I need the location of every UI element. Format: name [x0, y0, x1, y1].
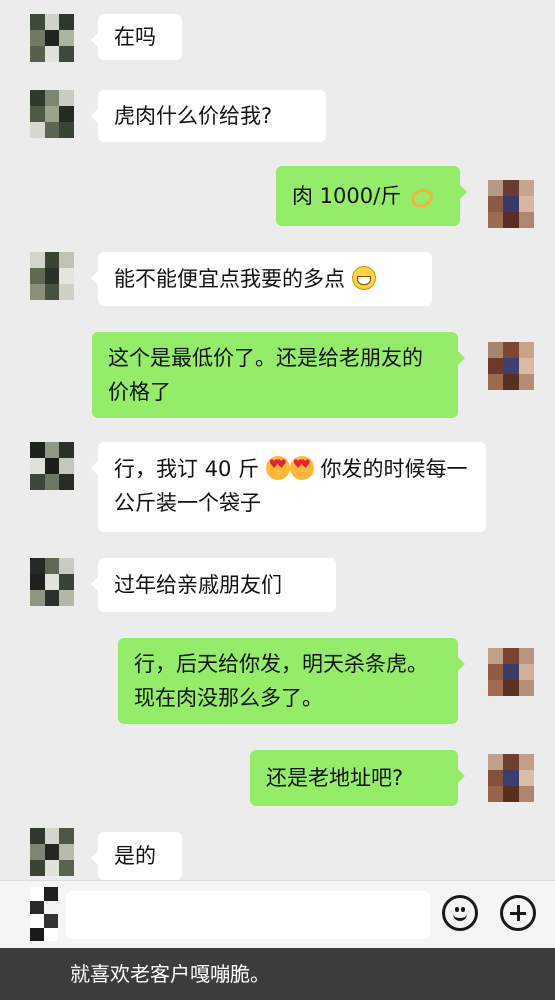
bubble-tail — [459, 184, 475, 200]
bubble-tail — [457, 350, 473, 366]
message-text: 还是老地址吧? — [266, 766, 404, 790]
input-bar — [0, 880, 555, 948]
my-avatar[interactable] — [488, 342, 534, 390]
plus-icon[interactable] — [500, 895, 536, 931]
message-bubble-outgoing[interactable]: 还是老地址吧? — [250, 750, 465, 806]
my-avatar[interactable] — [488, 754, 534, 802]
my-avatar[interactable] — [488, 180, 534, 228]
heart-eyes-icon — [265, 456, 290, 480]
message-text: 在吗 — [114, 25, 156, 49]
contact-avatar[interactable] — [30, 828, 74, 876]
message-text: 能不能便宜点我要的多点 — [114, 267, 345, 291]
contact-avatar[interactable] — [30, 252, 74, 300]
message-text: 这个是最低价了。还是给老朋友的价格了 — [108, 346, 423, 404]
smile-icon[interactable] — [442, 895, 478, 931]
bubble-tail — [457, 656, 473, 672]
caption-text: 就喜欢老客户嘎嘣脆。 — [0, 948, 555, 1000]
message-text: 是的 — [114, 844, 156, 868]
message-bubble-incoming[interactable]: 行，我订 40 斤 你发的时候每一公斤装一个袋子 — [91, 442, 486, 532]
bubble-tail — [83, 270, 99, 286]
contact-avatar[interactable] — [30, 442, 74, 490]
ok-hand-icon — [408, 183, 432, 207]
blurred-avatar-fragment — [30, 887, 58, 941]
heart-eyes-icon — [289, 456, 314, 480]
message-text: 行，我订 40 斤 — [114, 457, 260, 481]
message-text: 过年给亲戚朋友们 — [114, 573, 282, 597]
bubble-tail — [83, 460, 99, 476]
bubble-tail — [83, 850, 99, 866]
message-bubble-incoming[interactable]: 过年给亲戚朋友们 — [91, 558, 336, 612]
grin-icon — [351, 266, 376, 290]
message-text: 虎肉什么价给我? — [114, 104, 273, 128]
message-bubble-outgoing[interactable]: 肉 1000/斤 — [276, 166, 467, 226]
contact-avatar[interactable] — [30, 90, 74, 138]
message-bubble-incoming[interactable]: 能不能便宜点我要的多点 — [91, 252, 432, 306]
message-bubble-incoming[interactable]: 在吗 — [91, 14, 182, 60]
message-text: 肉 1000/斤 — [292, 184, 402, 208]
message-bubble-incoming[interactable]: 虎肉什么价给我? — [91, 90, 326, 142]
chat-area[interactable]: 在吗 虎肉什么价给我? 肉 1000/斤 能不能便宜点我要的多点 这个是最低价了… — [0, 0, 555, 880]
bubble-tail — [83, 32, 99, 48]
bubble-tail — [83, 108, 99, 124]
message-bubble-incoming[interactable]: 是的 — [91, 832, 182, 880]
message-input[interactable] — [66, 891, 430, 939]
my-avatar[interactable] — [488, 648, 534, 696]
message-bubble-outgoing[interactable]: 行，后天给你发，明天杀条虎。现在肉没那么多了。 — [118, 638, 465, 724]
message-bubble-outgoing[interactable]: 这个是最低价了。还是给老朋友的价格了 — [92, 332, 465, 418]
contact-avatar[interactable] — [30, 558, 74, 606]
bubble-tail — [457, 768, 473, 784]
message-text: 行，后天给你发，明天杀条虎。现在肉没那么多了。 — [134, 652, 428, 710]
bubble-tail — [83, 576, 99, 592]
contact-avatar[interactable] — [30, 14, 74, 62]
